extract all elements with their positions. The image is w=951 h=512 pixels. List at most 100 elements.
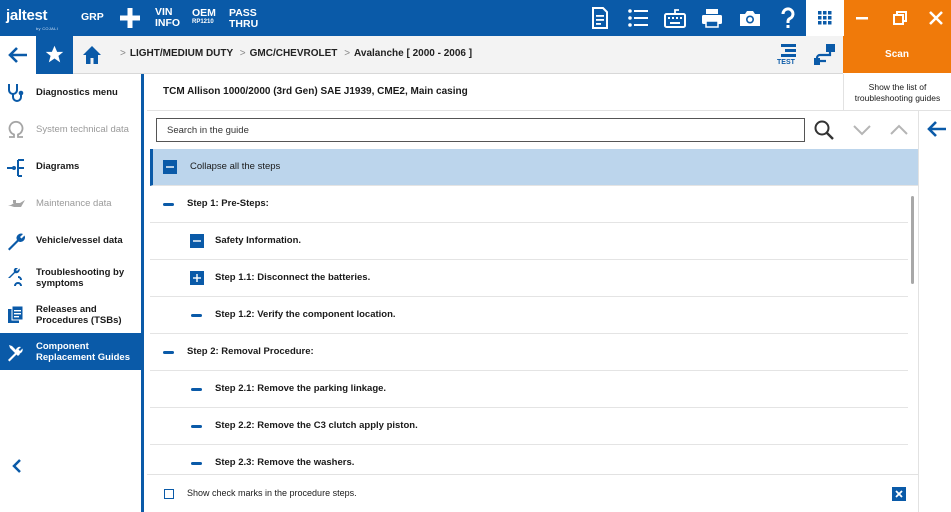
step-label: Step 1: Pre-Steps:	[187, 198, 269, 209]
oem-line1: OEM	[192, 7, 216, 19]
printer-icon[interactable]	[700, 6, 724, 30]
search-input[interactable]	[157, 119, 804, 141]
star-icon	[45, 45, 64, 63]
close-icon[interactable]	[892, 487, 906, 501]
step-row[interactable]: Safety Information.	[150, 223, 908, 260]
chevron-up-icon[interactable]	[887, 118, 911, 142]
dash-icon	[191, 462, 202, 465]
search-icon[interactable]	[812, 118, 836, 142]
home-icon	[83, 46, 101, 64]
sidebar-item-label: Vehicle/vessel data	[36, 235, 123, 246]
guide-steps-list: Collapse all the steps Step 1: Pre-Steps…	[150, 149, 918, 471]
oem-rp1210-button[interactable]: OEM RP1210	[192, 8, 216, 26]
guide-title: TCM Allison 1000/2000 (3rd Gen) SAE J193…	[163, 86, 468, 97]
keyboard-icon[interactable]	[663, 6, 687, 30]
report-icon[interactable]	[588, 6, 612, 30]
step-row[interactable]: Step 2.2: Remove the C3 clutch apply pis…	[150, 408, 908, 445]
sidebar-item-component-replacement-guides[interactable]: Component Replacement Guides	[0, 333, 144, 370]
breadcrumb-item[interactable]: LIGHT/MEDIUM DUTY	[130, 48, 233, 59]
step-row[interactable]: Step 2: Removal Procedure:	[150, 334, 908, 371]
sidebar-item-diagnostics-menu[interactable]: Diagnostics menu	[0, 74, 144, 111]
sidebar-item-maintenance-data[interactable]: Maintenance data	[0, 185, 144, 222]
route-icon	[814, 44, 835, 65]
stethoscope-icon	[8, 83, 24, 102]
oem-line2: RP1210	[192, 19, 214, 25]
guide-scrollbar[interactable]	[911, 196, 914, 284]
omega-icon	[8, 120, 24, 138]
sidebar-item-label: Releases and Procedures (TSBs)	[36, 303, 122, 326]
minimize-icon[interactable]	[852, 8, 872, 28]
chevron-down-icon[interactable]	[850, 118, 874, 142]
test-button[interactable]: TEST	[774, 42, 800, 68]
guide-title-bar: TCM Allison 1000/2000 (3rd Gen) SAE J193…	[147, 74, 843, 111]
sidebar-item-diagrams[interactable]: Diagrams	[0, 148, 144, 185]
step-row[interactable]: Step 2.3: Remove the washers.	[150, 445, 908, 471]
dash-icon	[191, 314, 202, 317]
window-controls	[844, 0, 951, 36]
help-icon[interactable]	[776, 6, 800, 30]
dash-icon	[191, 388, 202, 391]
step-row[interactable]: Step 1: Pre-Steps:	[150, 186, 908, 223]
list-icon[interactable]	[626, 6, 650, 30]
route-button[interactable]	[812, 42, 838, 68]
apps-grid-icon	[818, 11, 832, 25]
sidebar-item-label: Component Replacement Guides	[36, 340, 130, 363]
sidebar: Diagnostics menu System technical data D…	[0, 74, 144, 512]
show-checkmarks-checkbox[interactable]	[164, 489, 174, 499]
grp-button[interactable]: GRP	[81, 12, 104, 23]
step-label: Safety Information.	[215, 235, 302, 246]
home-button[interactable]	[73, 36, 111, 74]
tools-icon	[8, 344, 23, 361]
restore-icon[interactable]	[890, 8, 910, 28]
collapse-all-row[interactable]: Collapse all the steps	[150, 149, 918, 186]
collapse-all-label: Collapse all the steps	[190, 161, 281, 172]
show-checkmarks-label: Show check marks in the procedure steps.	[187, 488, 357, 498]
diagram-icon	[7, 158, 24, 177]
apps-grid-button[interactable]	[806, 0, 844, 36]
right-side-panel	[918, 111, 951, 512]
sidebar-item-label: Diagnostics menu	[36, 87, 118, 98]
jaltest-logo: jaltest by COJALI	[6, 5, 68, 31]
troubleshooting-guides-button[interactable]: Show the list of troubleshooting guides	[843, 74, 951, 111]
add-icon[interactable]	[118, 6, 142, 30]
sidebar-item-vehicle-data[interactable]: Vehicle/vessel data	[0, 222, 144, 259]
step-row[interactable]: Step 1.2: Verify the component location.	[150, 297, 908, 334]
sidebar-item-releases-tsbs[interactable]: Releases and Procedures (TSBs)	[0, 296, 144, 333]
plus-box-icon	[190, 271, 204, 285]
favorites-button[interactable]	[36, 36, 73, 74]
logo-text: jaltest	[6, 7, 48, 24]
sidebar-item-label: Maintenance data	[36, 198, 112, 209]
step-label: Step 2.3: Remove the washers.	[215, 457, 355, 468]
sidebar-item-label: System technical data	[36, 124, 129, 135]
scan-button[interactable]: Scan	[843, 36, 951, 73]
step-label: Step 1.2: Verify the component location.	[215, 309, 396, 320]
vin-line2: INFO	[155, 17, 181, 29]
breadcrumb-separator: >	[344, 48, 351, 59]
step-row[interactable]: Step 1.1: Disconnect the batteries.	[150, 260, 908, 297]
sidebar-item-troubleshooting[interactable]: Troubleshooting by symptoms	[0, 259, 144, 296]
sidebar-item-system-technical-data[interactable]: System technical data	[0, 111, 144, 148]
collapse-all-icon	[163, 160, 177, 174]
step-row[interactable]: Step 2.1: Remove the parking linkage.	[150, 371, 908, 408]
vin-info-button[interactable]: VIN INFO	[155, 7, 180, 29]
arrow-left-icon[interactable]	[927, 119, 947, 139]
back-button[interactable]	[0, 36, 36, 74]
breadcrumb-separator: >	[120, 48, 126, 59]
step-label: Step 2.1: Remove the parking linkage.	[215, 383, 387, 394]
sidebar-item-label: Diagrams	[36, 161, 80, 172]
close-icon[interactable]	[926, 8, 946, 28]
dash-icon	[163, 351, 174, 354]
navigation-bar: > LIGHT/MEDIUM DUTY > GMC/CHEVROLET > Avala…	[0, 36, 843, 74]
pass-thru-button[interactable]: PASS THRU	[229, 8, 258, 30]
chevron-left-icon[interactable]	[10, 458, 24, 474]
troubleshoot-icon	[8, 267, 22, 286]
guide-footer: Show check marks in the procedure steps.	[147, 474, 918, 512]
test-label: TEST	[777, 59, 795, 66]
arrow-left-icon	[8, 47, 27, 63]
dash-icon	[163, 203, 174, 206]
camera-icon[interactable]	[738, 6, 762, 30]
search-box	[156, 118, 805, 142]
oil-can-icon	[8, 199, 25, 207]
breadcrumb-item[interactable]: GMC/CHEVROLET	[250, 48, 338, 59]
breadcrumb-item[interactable]: Avalanche [ 2000 - 2006 ]	[354, 48, 472, 59]
